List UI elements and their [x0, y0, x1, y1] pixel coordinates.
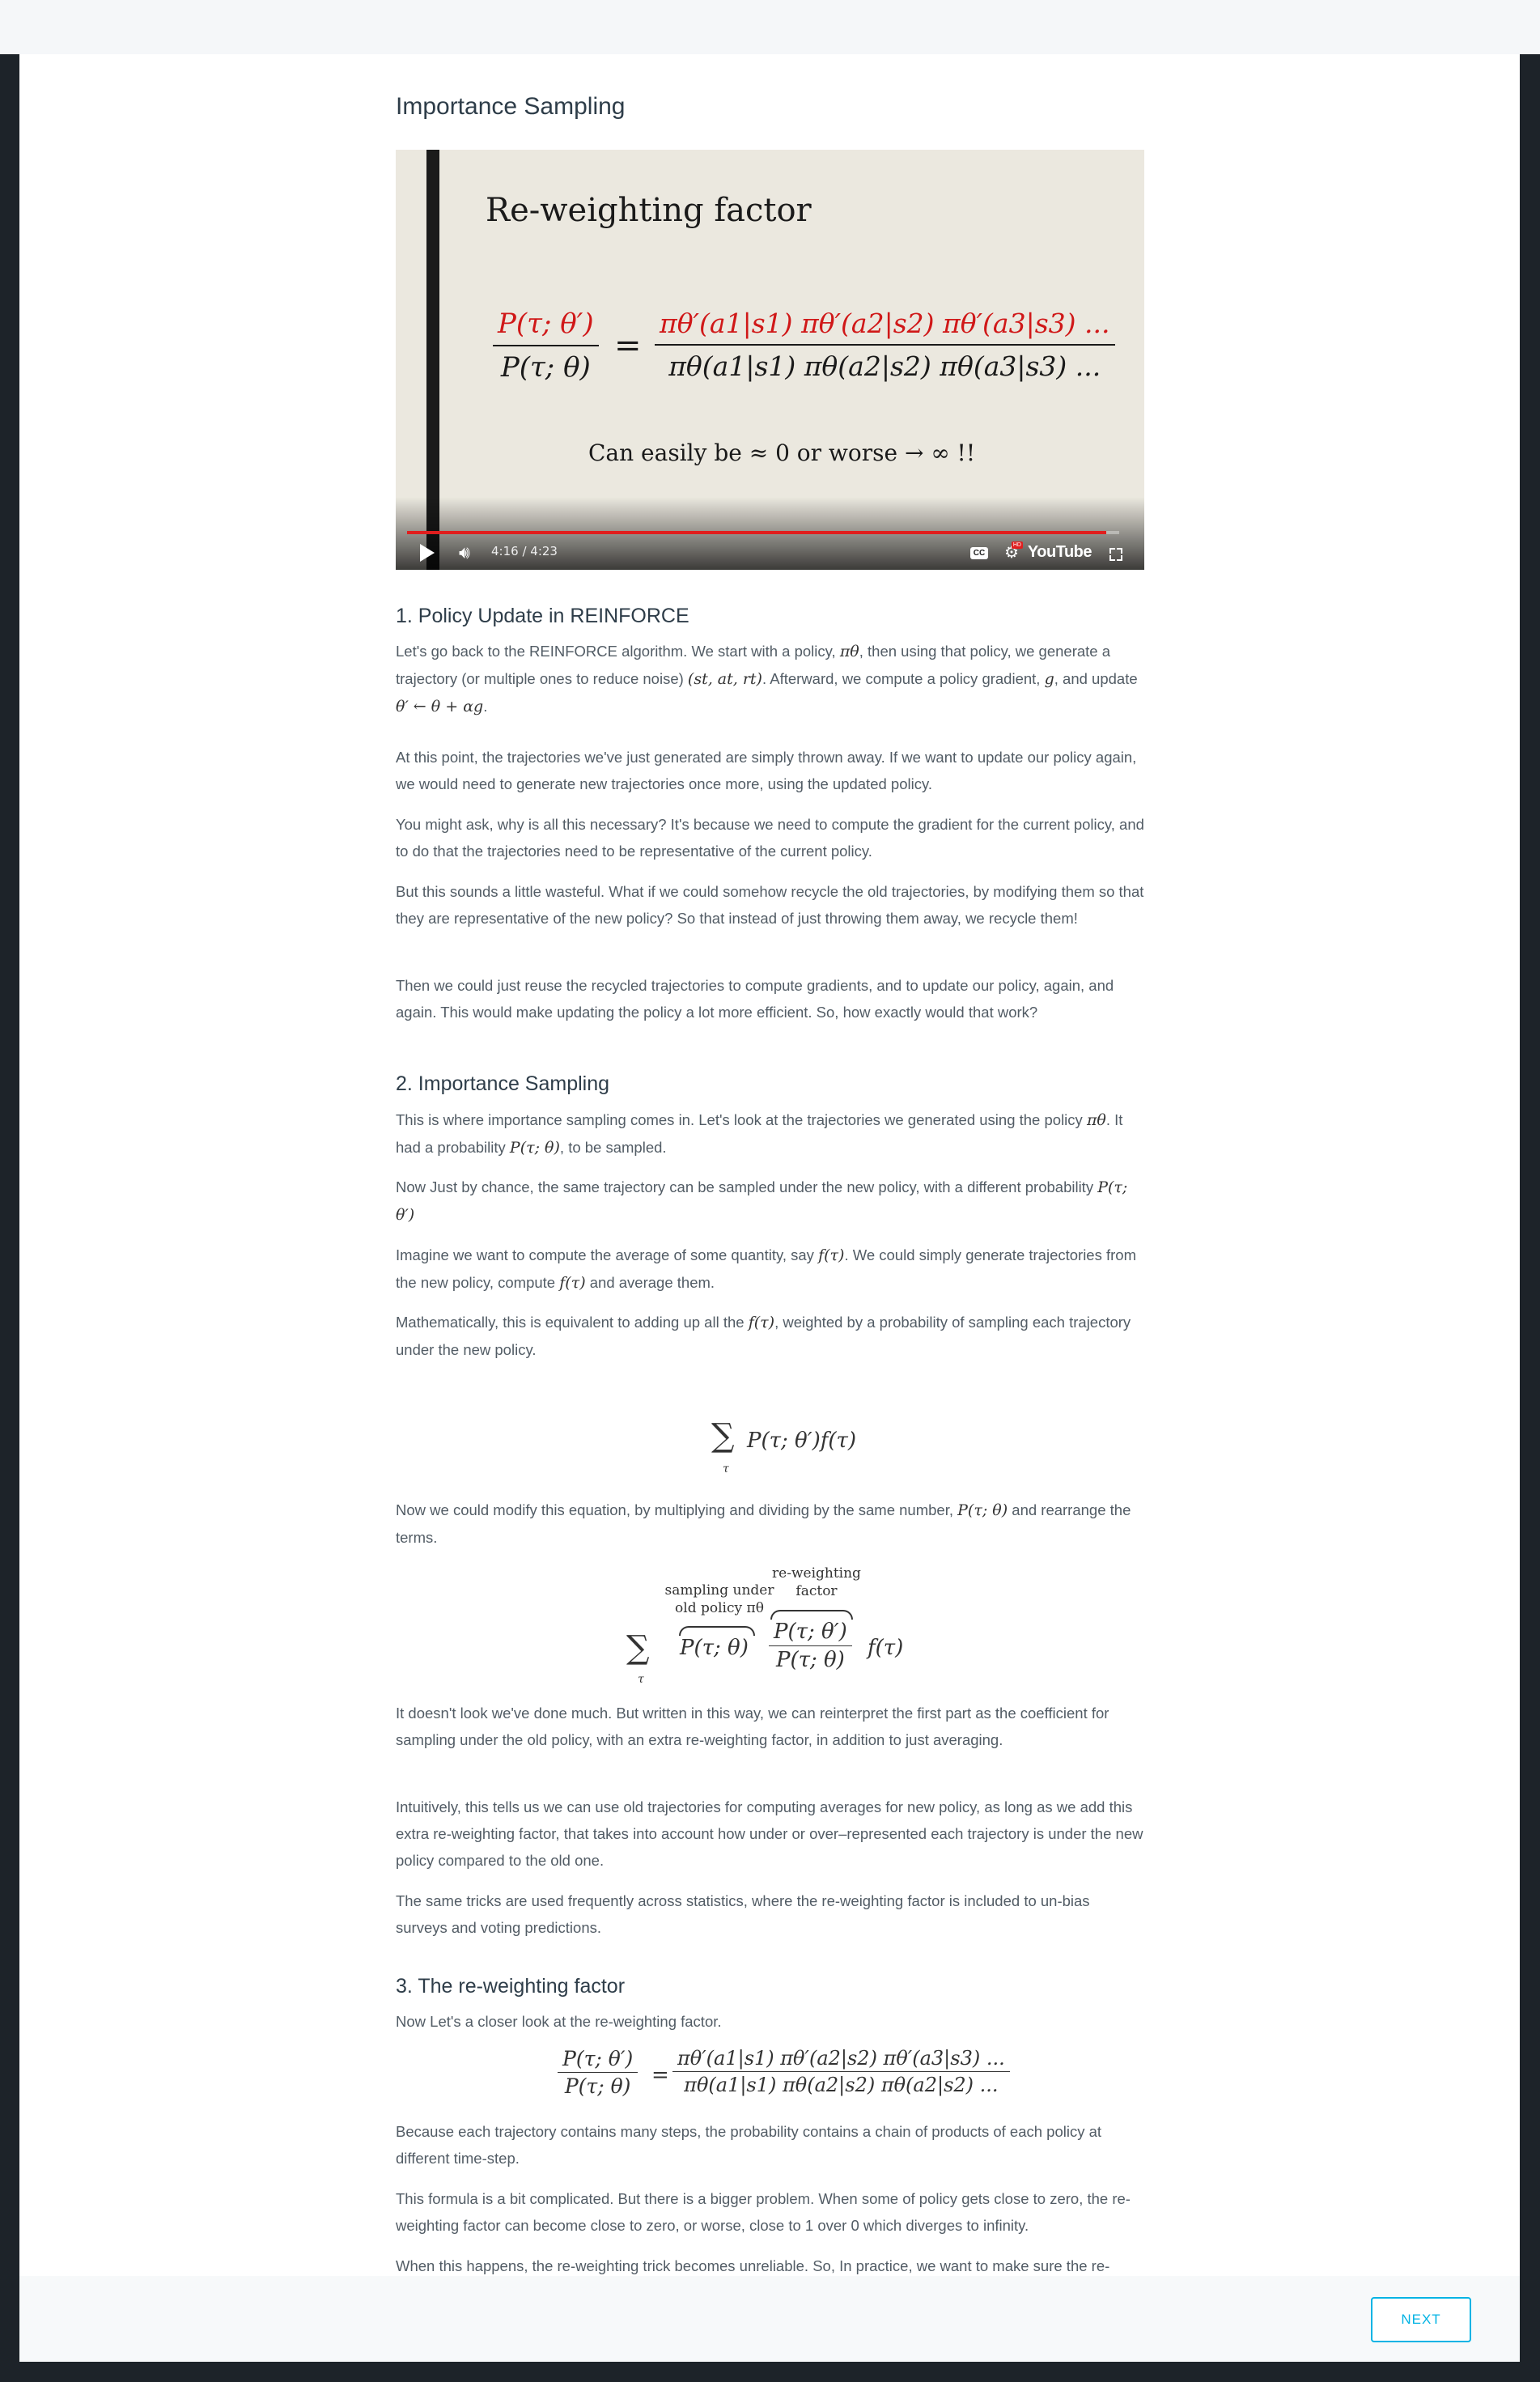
- next-button[interactable]: NEXT: [1371, 2297, 1471, 2342]
- section-2-paragraph-7: Intuitively, this tells us we can use ol…: [396, 1798, 1143, 1869]
- section-2-paragraph-5: Now we could modify this equation, by mu…: [396, 1501, 1131, 1546]
- top-bar: [0, 0, 1540, 54]
- section-3-heading: 3. The re-weighting factor: [396, 1975, 626, 1998]
- section-2-paragraph-1: This is where importance sampling comes …: [396, 1111, 1123, 1157]
- section-1-paragraph-4: But this sounds a little wasteful. What …: [396, 883, 1144, 927]
- page-title: Importance Sampling: [396, 93, 626, 120]
- slide-note: Can easily be ≈ 0 or worse → ∞ !!: [588, 439, 976, 466]
- overbrace-1: [679, 1626, 755, 1636]
- captions-icon[interactable]: CC: [970, 547, 988, 559]
- video-time: 4:16 / 4:23: [491, 544, 558, 558]
- label-sampling-old-policy: sampling under old policy πθ: [664, 1582, 774, 1616]
- video-player[interactable]: Re-weighting factor P(τ; θ′) P(τ; θ) = π…: [396, 150, 1144, 570]
- bottom-frame: [0, 2362, 1540, 2382]
- lesson-page: Importance Sampling Re-weighting factor …: [19, 54, 1520, 2301]
- section-1-paragraph-5: Then we could just reuse the recycled tr…: [396, 977, 1114, 1021]
- section-2-paragraph-6: It doesn't look we've done much. But wri…: [396, 1705, 1109, 1748]
- video-progress-fill: [407, 531, 1107, 534]
- section-1-heading: 1. Policy Update in REINFORCE: [396, 605, 689, 627]
- play-icon[interactable]: [420, 544, 435, 562]
- slide-equation: P(τ; θ′) P(τ; θ) = πθ′(a1|s1) πθ′(a2|s2)…: [493, 308, 1115, 405]
- section-3-paragraph-2: Because each trajectory contains many st…: [396, 2123, 1102, 2167]
- equation-reweighted-sum: sampling under old policy πθ re-weightin…: [626, 1565, 904, 1686]
- section-1-paragraph-3: You might ask, why is all this necessary…: [396, 816, 1144, 860]
- lesson-footer: NEXT: [19, 2276, 1520, 2362]
- equation-reweighting-factor: P(τ; θ′) P(τ; θ) = πθ′(a1|s1) πθ′(a2|s2)…: [558, 2047, 1010, 2112]
- video-controls: 🔊︎ 4:16 / 4:23 CC ⚙ HD YouTube: [396, 497, 1144, 570]
- video-progress-bar[interactable]: [407, 531, 1119, 534]
- youtube-logo[interactable]: YouTube: [1028, 543, 1092, 562]
- fullscreen-icon[interactable]: [1109, 548, 1122, 561]
- hd-badge: HD: [1011, 541, 1023, 549]
- section-3-paragraph-3: This formula is a bit complicated. But t…: [396, 2190, 1131, 2234]
- section-2-paragraph-3: Imagine we want to compute the average o…: [396, 1246, 1136, 1292]
- volume-icon[interactable]: 🔊︎: [459, 543, 470, 563]
- section-2-paragraph-2: Now Just by chance, the same trajectory …: [396, 1178, 1128, 1224]
- section-1-paragraph-2: At this point, the trajectories we've ju…: [396, 749, 1137, 792]
- slide-title: Re-weighting factor: [486, 192, 812, 229]
- label-reweighting-factor: re-weighting factor: [772, 1565, 861, 1599]
- section-1-paragraph-1: Let's go back to the REINFORCE algorithm…: [396, 643, 1138, 715]
- slide-frac-left: P(τ; θ′) P(τ; θ): [493, 308, 599, 384]
- section-2-paragraph-4: Mathematically, this is equivalent to ad…: [396, 1314, 1131, 1358]
- section-3-paragraph-1: Now Let's a closer look at the re-weight…: [396, 2013, 722, 2030]
- equation-weighted-sum: ∑ τ P(τ; θ′)f(τ): [711, 1417, 857, 1475]
- section-2-paragraph-8: The same tricks are used frequently acro…: [396, 1892, 1090, 1936]
- slide-equals: =: [614, 327, 642, 364]
- overbrace-2: [770, 1610, 853, 1620]
- section-2-heading: 2. Importance Sampling: [396, 1072, 610, 1095]
- slide-frac-right: πθ′(a1|s1) πθ′(a2|s2) πθ′(a3|s3) ... πθ(…: [655, 308, 1115, 382]
